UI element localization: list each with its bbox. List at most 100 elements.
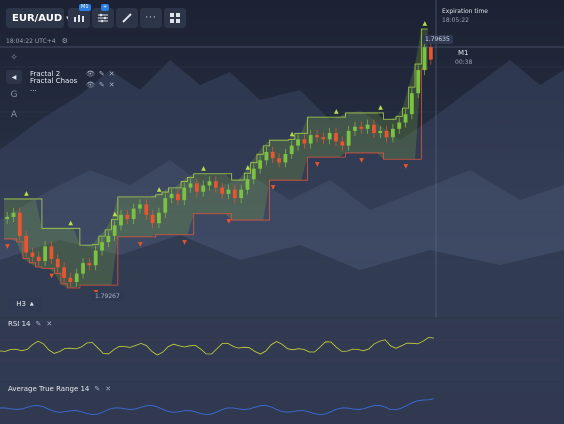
fractal-up-marker: ▲ bbox=[378, 104, 383, 111]
close-icon[interactable]: ✕ bbox=[109, 81, 115, 89]
close-icon[interactable]: ✕ bbox=[109, 70, 115, 78]
candle-body bbox=[378, 130, 383, 134]
atr-label: Average True Range 14 bbox=[8, 385, 90, 393]
candle-body bbox=[201, 185, 206, 192]
asset-selector[interactable]: EUR/AUD ▾ bbox=[6, 8, 70, 28]
sidebar-item-a[interactable]: A bbox=[6, 108, 22, 122]
candle-body bbox=[213, 181, 218, 188]
candle-body bbox=[55, 258, 60, 268]
candle-body bbox=[182, 187, 187, 201]
candle-body bbox=[359, 126, 364, 129]
candle-body bbox=[17, 212, 22, 236]
candle-body bbox=[106, 235, 111, 243]
fractal-up-marker: ▲ bbox=[68, 219, 73, 226]
candle-body bbox=[270, 151, 275, 159]
countdown-label: 00:38 bbox=[455, 59, 473, 66]
close-icon[interactable]: ✕ bbox=[105, 385, 111, 393]
atr-line bbox=[0, 398, 435, 416]
more-button[interactable]: ··· bbox=[140, 8, 162, 28]
candle-body bbox=[397, 122, 402, 129]
chart-area[interactable]: ▼▲▼▲▼▲▼▲▼▲▼▲▼▲▼▲▼▲▼▲ bbox=[0, 0, 564, 424]
candle-body bbox=[308, 135, 313, 144]
candle-body bbox=[49, 246, 54, 259]
eye-icon[interactable]: 👁 bbox=[86, 70, 95, 78]
fractal-down-marker: ▼ bbox=[315, 161, 320, 168]
eye-icon[interactable]: 👁 bbox=[86, 81, 95, 89]
pencil-icon[interactable]: ✎ bbox=[36, 320, 42, 328]
fractal-up-marker: ▲ bbox=[423, 20, 428, 27]
layout-icon bbox=[170, 13, 180, 23]
candle-body bbox=[384, 130, 389, 138]
candle-body bbox=[245, 179, 250, 190]
pencil-icon[interactable]: ✎ bbox=[99, 70, 105, 78]
indicator-row[interactable]: Fractal Chaos ... 👁 ✎ ✕ bbox=[30, 77, 115, 93]
price-chart[interactable]: ▼▲▼▲▼▲▼▲▼▲▼▲▼▲▼▲▼▲▼▲ bbox=[0, 0, 564, 424]
candle-body bbox=[119, 214, 123, 226]
candle-body bbox=[194, 183, 199, 192]
clock-time: 18:04:22 UTC+4 bbox=[6, 37, 56, 45]
candle-body bbox=[372, 124, 376, 134]
candle-body bbox=[251, 168, 256, 180]
fractal-down-marker: ▼ bbox=[226, 218, 231, 225]
candle-body bbox=[334, 133, 338, 142]
candle-body bbox=[239, 189, 244, 199]
candle-body bbox=[74, 273, 79, 282]
candle-body bbox=[62, 267, 66, 278]
pencil-icon[interactable]: ✎ bbox=[99, 81, 105, 89]
clock: 18:04:22 UTC+4 ⚙ bbox=[6, 37, 68, 45]
expiration-time: 18:05:22 bbox=[442, 17, 469, 24]
candles-icon bbox=[74, 15, 84, 22]
sidebar-item-label: G bbox=[10, 90, 18, 100]
candle-body bbox=[43, 246, 47, 262]
chart-timeframe-selector[interactable]: H3 ▲ bbox=[8, 297, 42, 311]
indicators-button[interactable]: + bbox=[92, 4, 114, 28]
layout-button[interactable] bbox=[164, 8, 186, 28]
fractal-up-marker: ▲ bbox=[24, 190, 29, 197]
candle-body bbox=[11, 212, 16, 217]
candle-body bbox=[125, 214, 130, 220]
crosshair-icon: ✧ bbox=[10, 53, 18, 63]
fractal-up-marker: ▲ bbox=[201, 165, 206, 172]
candle-body bbox=[93, 250, 98, 266]
candle-body bbox=[100, 242, 104, 251]
expiration-panel[interactable]: Expiration time 18:05:22 bbox=[436, 0, 564, 30]
sidebar-item-g[interactable]: G bbox=[6, 88, 22, 102]
candle-body bbox=[296, 139, 300, 146]
fractal-down-marker: ▼ bbox=[5, 243, 10, 250]
candle-body bbox=[226, 189, 231, 194]
crosshair-tool[interactable]: ✧ bbox=[6, 51, 22, 65]
candle-body bbox=[30, 252, 35, 257]
timeframe-badge: M1 bbox=[79, 4, 91, 11]
fractal-up-marker: ▲ bbox=[113, 210, 118, 217]
atr-pane-header[interactable]: Average True Range 14 ✎ ✕ bbox=[8, 385, 111, 393]
indicators-icon bbox=[98, 13, 108, 23]
timeframe-label: M1 bbox=[458, 49, 469, 57]
fractal-down-marker: ▼ bbox=[182, 239, 187, 246]
fractal-up-marker: ▲ bbox=[157, 186, 162, 193]
fractal-down-marker: ▼ bbox=[49, 272, 54, 279]
candle-body bbox=[340, 141, 345, 146]
gear-icon[interactable]: ⚙ bbox=[62, 37, 68, 45]
candle-body bbox=[327, 133, 332, 140]
rsi-pane-header[interactable]: RSI 14 ✎ ✕ bbox=[8, 320, 52, 328]
close-icon[interactable]: ✕ bbox=[46, 320, 52, 328]
fractal-down-marker: ▼ bbox=[359, 157, 364, 164]
candle-body bbox=[169, 193, 174, 199]
candle-body bbox=[157, 212, 161, 224]
fractal-down-marker: ▼ bbox=[404, 163, 409, 170]
sidebar-item-label: A bbox=[10, 110, 18, 120]
candle-body bbox=[391, 128, 395, 138]
pencil-icon[interactable]: ✎ bbox=[94, 385, 100, 393]
candle-body bbox=[144, 204, 149, 215]
candle-body bbox=[346, 130, 351, 146]
drawing-tools-button[interactable] bbox=[116, 8, 138, 28]
candle-body bbox=[277, 158, 281, 163]
candle-body bbox=[403, 114, 408, 123]
candle-body bbox=[428, 47, 433, 60]
add-badge: + bbox=[101, 4, 110, 11]
chart-type-button[interactable]: M1 bbox=[68, 4, 91, 28]
collapse-indicators-button[interactable]: ◀ bbox=[6, 70, 22, 84]
candle-body bbox=[422, 47, 427, 71]
candle-body bbox=[176, 193, 180, 201]
candle-body bbox=[81, 263, 85, 274]
